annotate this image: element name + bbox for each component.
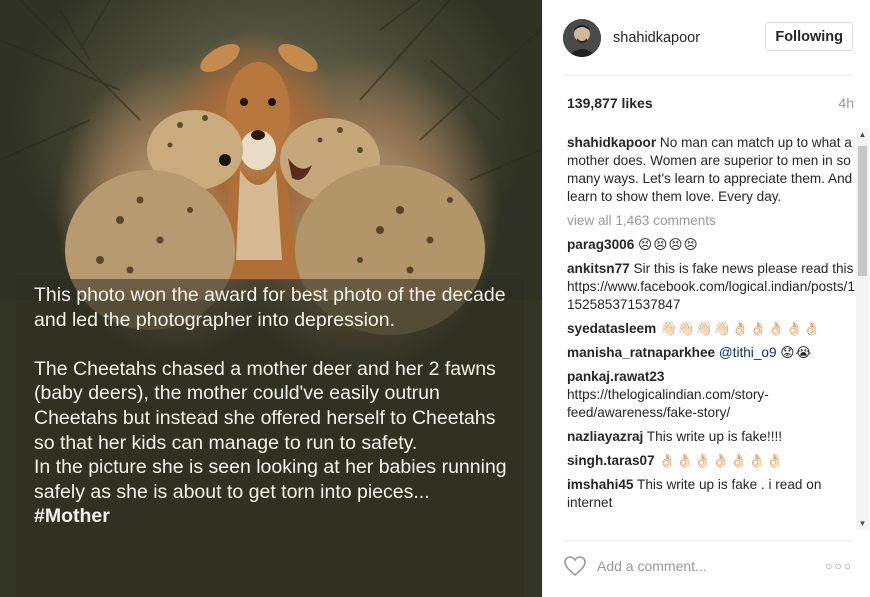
- heart-icon[interactable]: [563, 554, 587, 578]
- username-link[interactable]: shahidkapoor: [613, 30, 700, 46]
- comment-item: pankaj.rawat23 https://thelogicalindian.…: [567, 368, 857, 422]
- scrollbar-thumb[interactable]: [858, 146, 867, 276]
- caption-username[interactable]: shahidkapoor: [567, 135, 656, 150]
- comment-username[interactable]: ankitsn77: [567, 261, 630, 276]
- comment-text: 😟😭: [780, 345, 813, 360]
- comment-item: imshahi45 This write up is fake . i read…: [567, 476, 857, 512]
- comment-item: syedatasleem 👋🏻👋🏻👋🏻👋🏻👌🏻👌🏻👌🏻👌🏻👌🏻: [567, 320, 857, 338]
- comments-scrollbar[interactable]: ▲ ▼: [856, 128, 869, 530]
- scroll-down-arrow-icon[interactable]: ▼: [856, 517, 869, 530]
- comment-item: parag3006 😣😣😣😣: [567, 236, 857, 254]
- user-avatar-icon: [563, 18, 601, 57]
- scroll-up-arrow-icon[interactable]: ▲: [856, 128, 869, 141]
- view-all-comments-link[interactable]: view all 1,463 comments: [567, 212, 857, 230]
- post-timestamp[interactable]: 4h: [838, 95, 854, 111]
- following-button[interactable]: Following: [765, 22, 853, 51]
- post-photo[interactable]: This photo won the award for best photo …: [0, 0, 542, 597]
- overlay-line-2: The Cheetahs chased a mother deer and he…: [34, 357, 496, 454]
- likes-count[interactable]: 139,877 likes: [567, 95, 653, 111]
- more-options-icon[interactable]: ○○○: [825, 559, 853, 573]
- comment-item: ankitsn77 Sir this is fake news please r…: [567, 260, 857, 314]
- post-caption: shahidkapoor No man can match up to what…: [567, 134, 857, 206]
- comment-username[interactable]: syedatasleem: [567, 321, 656, 336]
- comment-item: nazliayazraj This write up is fake!!!!: [567, 428, 857, 446]
- post-footer: ○○○: [563, 540, 853, 590]
- post-header: shahidkapoor Following: [563, 0, 853, 76]
- comment-text: 😣😣😣😣: [638, 237, 699, 252]
- comment-username[interactable]: pankaj.rawat23: [567, 369, 664, 384]
- comment-username[interactable]: nazliayazraj: [567, 429, 643, 444]
- comment-text: https://thelogicalindian.com/story-feed/…: [567, 387, 769, 420]
- comment-text: 👌🏻👌🏻👌🏻👌🏻👌🏻👌🏻👌🏻: [658, 453, 784, 468]
- comment-username[interactable]: manisha_ratnaparkhee: [567, 345, 715, 360]
- comments-list[interactable]: shahidkapoor No man can match up to what…: [567, 128, 857, 528]
- photo-caption-overlay: This photo won the award for best photo …: [34, 283, 514, 529]
- comment-username[interactable]: imshahi45: [567, 477, 634, 492]
- comment-item: singh.taras07 👌🏻👌🏻👌🏻👌🏻👌🏻👌🏻👌🏻: [567, 452, 857, 470]
- instagram-post: This photo won the award for best photo …: [0, 0, 870, 597]
- comment-username[interactable]: parag3006: [567, 237, 634, 252]
- comment-item: manisha_ratnaparkhee @tithi_o9 😟😭: [567, 344, 857, 362]
- comment-mention[interactable]: @tithi_o9: [719, 345, 777, 360]
- comment-text: This write up is fake!!!!: [646, 429, 783, 444]
- overlay-hashtag: #Mother: [34, 505, 110, 528]
- add-comment-input[interactable]: [597, 557, 826, 574]
- post-details-panel: shahidkapoor Following 139,877 likes 4h …: [542, 0, 870, 597]
- comment-text: 👋🏻👋🏻👋🏻👋🏻👌🏻👌🏻👌🏻👌🏻👌🏻: [659, 321, 822, 336]
- avatar[interactable]: [563, 18, 601, 57]
- likes-row: 139,877 likes 4h: [567, 95, 854, 111]
- overlay-line-1: This photo won the award for best photo …: [34, 284, 506, 331]
- overlay-line-3: In the picture she is seen looking at he…: [34, 456, 507, 503]
- comment-username[interactable]: singh.taras07: [567, 453, 655, 468]
